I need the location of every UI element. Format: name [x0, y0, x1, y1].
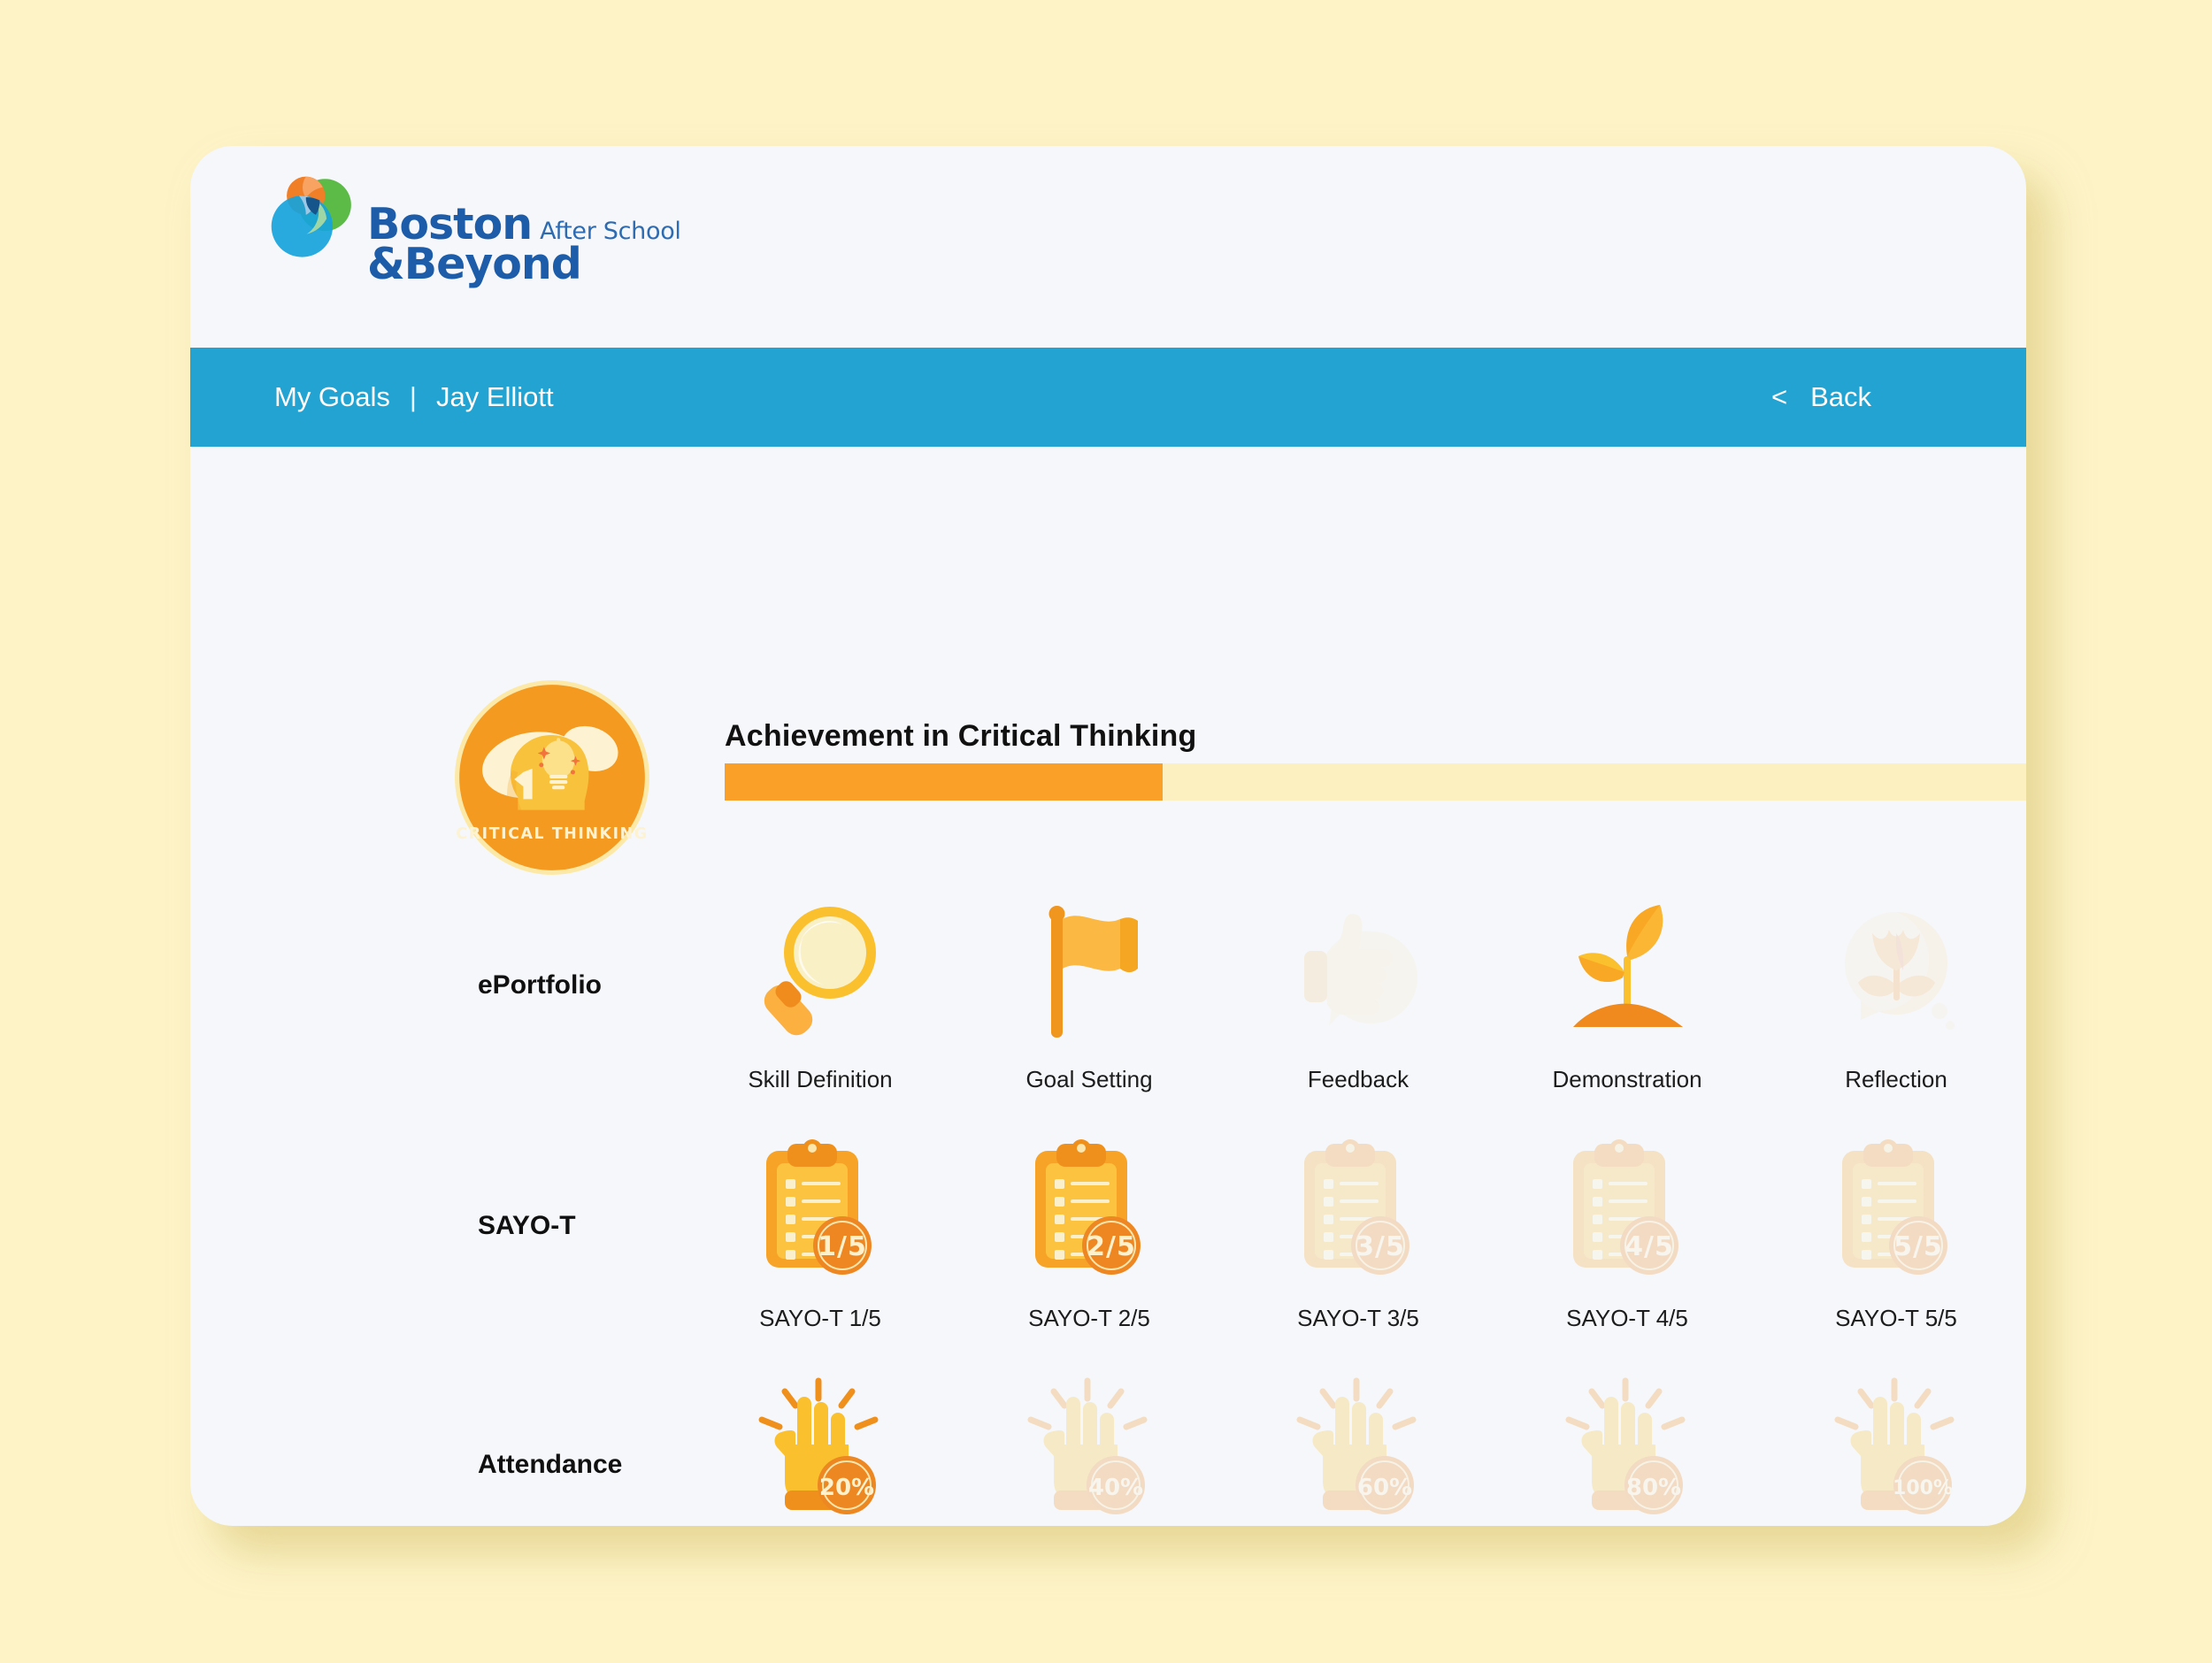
clipboard-icon: 5/5 — [1842, 1139, 1947, 1275]
page-title: Achievement in Critical Thinking — [725, 719, 1197, 753]
svg-text:CRITICAL THINKING: CRITICAL THINKING — [456, 825, 648, 843]
breadcrumb-separator: | — [409, 381, 417, 412]
nav-user-name[interactable]: Jay Elliott — [436, 381, 554, 413]
progress-bar — [725, 763, 2026, 801]
flag-icon — [1048, 906, 1138, 1038]
goals-card: Boston After School &Beyond My Goals | J… — [190, 146, 2026, 1526]
badge-value: 4/5 — [1624, 1231, 1674, 1262]
achievement-attendance-20[interactable]: 20% 20% Attendance — [686, 1376, 955, 1526]
tulip-thought-icon — [1845, 912, 1955, 1030]
thumbs-up-icon — [1304, 914, 1417, 1025]
cell-label: SAYO-T 5/5 — [1835, 1305, 1957, 1331]
cell-label: SAYO-T 4/5 — [1566, 1305, 1688, 1331]
badge-value: 5/5 — [1893, 1231, 1943, 1262]
row-label-eportfolio: ePortfolio — [478, 970, 602, 1000]
raised-hand-icon: 100% — [1834, 1377, 1955, 1514]
raised-hand-icon: 40% — [1027, 1377, 1148, 1514]
achievement-sayo-t-4[interactable]: 4/5 SAYO-T 4/5 — [1493, 1137, 1762, 1332]
brand-header: Boston After School &Beyond — [190, 146, 2026, 286]
magnifier-icon — [764, 907, 876, 1036]
badge-value: 20% — [819, 1475, 874, 1501]
achievement-skill-definition[interactable]: Skill Definition — [686, 898, 955, 1093]
cell-label: Demonstration — [1552, 1066, 1702, 1092]
raised-hand-icon: 60% — [1296, 1377, 1417, 1514]
cell-label: Reflection — [1845, 1066, 1947, 1092]
back-label: Back — [1810, 381, 1871, 412]
back-button[interactable]: < Back — [1771, 381, 1871, 413]
critical-thinking-badge-icon: CRITICAL THINKING — [455, 680, 649, 875]
cell-label: Goal Setting — [1025, 1066, 1153, 1092]
nav-bar: My Goals | Jay Elliott < Back — [190, 348, 2026, 447]
cell-label: Skill Definition — [748, 1066, 893, 1092]
row-label-attendance: Attendance — [478, 1450, 623, 1479]
badge-value: 3/5 — [1356, 1231, 1405, 1262]
logo-beyond-text: &Beyond — [367, 239, 582, 289]
nav-my-goals-link[interactable]: My Goals — [274, 381, 390, 413]
clipboard-icon: 3/5 — [1304, 1139, 1409, 1275]
badge-value: 1/5 — [818, 1231, 867, 1262]
raised-hand-icon: 20% — [758, 1377, 879, 1514]
achievement-feedback[interactable]: Feedback — [1224, 898, 1493, 1093]
badge-value: 80% — [1626, 1475, 1681, 1501]
badge-value: 100% — [1893, 1477, 1953, 1499]
achievement-sayo-t-5[interactable]: 5/5 SAYO-T 5/5 — [1762, 1137, 2026, 1332]
badge-value: 60% — [1357, 1475, 1412, 1501]
achievement-reflection[interactable]: Reflection — [1762, 898, 2026, 1093]
cell-label: SAYO-T 1/5 — [759, 1305, 881, 1331]
achievement-attendance-80[interactable]: 80% 80% Attendance — [1493, 1376, 1762, 1526]
achievement-goal-setting[interactable]: Goal Setting — [955, 898, 1224, 1093]
clipboard-icon: 1/5 — [766, 1139, 872, 1275]
achievement-sayo-t-3[interactable]: 3/5 SAYO-T 3/5 — [1224, 1137, 1493, 1332]
clipboard-icon: 2/5 — [1035, 1139, 1141, 1275]
progress-bar-fill — [725, 763, 1163, 801]
row-label-sayo-t: SAYO-T — [478, 1211, 576, 1240]
achievement-attendance-60[interactable]: 60% 60% Attendance — [1224, 1376, 1493, 1526]
achievement-sayo-t-2[interactable]: 2/5 SAYO-T 2/5 — [955, 1137, 1224, 1332]
achievement-sayo-t-1[interactable]: 1/5 SAYO-T 1/5 — [686, 1137, 955, 1332]
badge-value: 2/5 — [1087, 1231, 1136, 1262]
achievement-attendance-40[interactable]: 40% 40% Attendance — [955, 1376, 1224, 1526]
cell-label: SAYO-T 2/5 — [1028, 1305, 1150, 1331]
clipboard-icon: 4/5 — [1573, 1139, 1678, 1275]
achievement-demonstration[interactable]: Demonstration — [1493, 898, 1762, 1093]
page-root: Boston After School &Beyond My Goals | J… — [0, 0, 2212, 1663]
cell-label: SAYO-T 3/5 — [1297, 1305, 1419, 1331]
cell-label: Feedback — [1307, 1066, 1409, 1092]
achievement-attendance-100[interactable]: 100% 100% Attendance — [1762, 1376, 2026, 1526]
venn-circles-logo-icon — [271, 176, 351, 257]
raised-hand-icon: 80% — [1565, 1377, 1686, 1514]
logo[interactable]: Boston After School &Beyond — [270, 172, 681, 286]
chevron-left-icon: < — [1770, 381, 1788, 412]
breadcrumb: My Goals | Jay Elliott — [274, 381, 554, 413]
sprout-icon — [1573, 905, 1683, 1027]
badge-value: 40% — [1088, 1475, 1143, 1501]
